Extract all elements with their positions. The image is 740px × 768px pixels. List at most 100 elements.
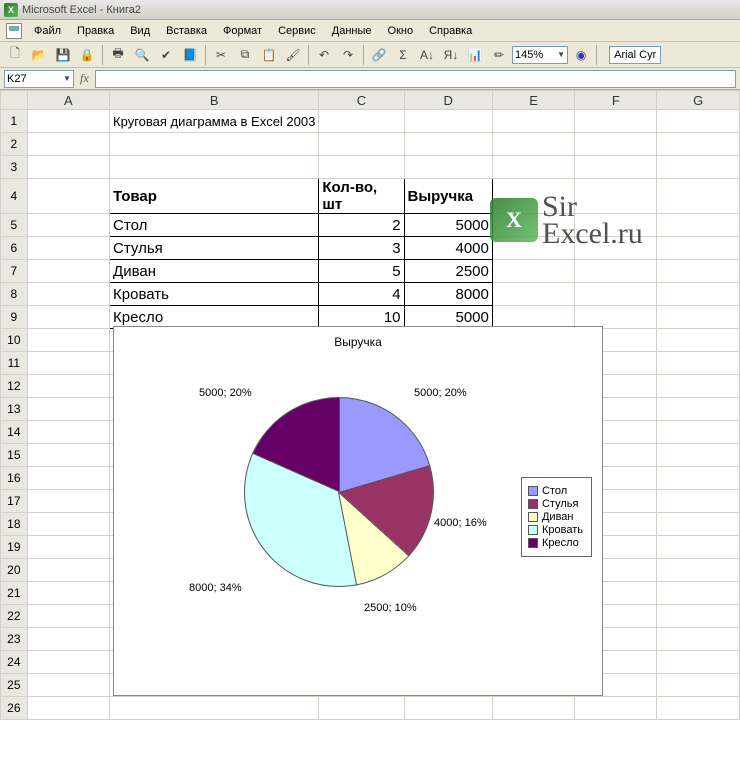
row-header-6[interactable]: 6 [1, 237, 28, 260]
cell-B3[interactable] [110, 156, 319, 179]
spell-icon[interactable]: ✔ [155, 44, 177, 66]
cell-D7[interactable]: 2500 [404, 260, 492, 283]
cell-A19[interactable] [27, 536, 109, 559]
cell-B1[interactable]: Круговая диаграмма в Excel 2003 [110, 110, 319, 133]
cell-D3[interactable] [404, 156, 492, 179]
cell-A12[interactable] [27, 375, 109, 398]
cell-B5[interactable]: Стол [110, 214, 319, 237]
sort-asc-icon[interactable]: A↓ [416, 44, 438, 66]
cell-G15[interactable] [657, 444, 740, 467]
menu-insert[interactable]: Вставка [158, 23, 215, 39]
cell-A11[interactable] [27, 352, 109, 375]
cell-B26[interactable] [110, 697, 319, 720]
research-icon[interactable]: 📘 [179, 44, 201, 66]
row-header-16[interactable]: 16 [1, 467, 28, 490]
row-header-2[interactable]: 2 [1, 133, 28, 156]
row-header-18[interactable]: 18 [1, 513, 28, 536]
cell-G6[interactable] [657, 237, 740, 260]
row-header-14[interactable]: 14 [1, 421, 28, 444]
cell-G8[interactable] [657, 283, 740, 306]
row-header-8[interactable]: 8 [1, 283, 28, 306]
cell-D8[interactable]: 8000 [404, 283, 492, 306]
cell-G11[interactable] [657, 352, 740, 375]
cell-G19[interactable] [657, 536, 740, 559]
cell-E4[interactable] [492, 179, 574, 214]
cell-A18[interactable] [27, 513, 109, 536]
cell-G26[interactable] [657, 697, 740, 720]
cell-F2[interactable] [575, 133, 657, 156]
permission-icon[interactable]: 🔒 [76, 44, 98, 66]
cell-D1[interactable] [404, 110, 492, 133]
col-header-D[interactable]: D [404, 91, 492, 110]
row-header-19[interactable]: 19 [1, 536, 28, 559]
pie-chart[interactable]: Выручка 5000; 20% 4000; 16% 2500; 10% 80… [113, 326, 603, 696]
cell-G22[interactable] [657, 605, 740, 628]
formula-bar[interactable] [95, 70, 736, 88]
cell-F6[interactable] [575, 237, 657, 260]
new-icon[interactable]: 🗋 [4, 44, 26, 66]
cell-A8[interactable] [27, 283, 109, 306]
cell-B7[interactable]: Диван [110, 260, 319, 283]
undo-icon[interactable]: ↶ [313, 44, 335, 66]
cell-F7[interactable] [575, 260, 657, 283]
row-header-3[interactable]: 3 [1, 156, 28, 179]
save-icon[interactable]: 💾 [52, 44, 74, 66]
cell-E1[interactable] [492, 110, 574, 133]
cell-C4[interactable]: Кол-во, шт [319, 179, 404, 214]
col-header-C[interactable]: C [319, 91, 404, 110]
cell-E26[interactable] [492, 697, 574, 720]
row-header-20[interactable]: 20 [1, 559, 28, 582]
cell-A25[interactable] [27, 674, 109, 697]
cell-E8[interactable] [492, 283, 574, 306]
chart-icon[interactable]: 📊 [464, 44, 486, 66]
cell-G12[interactable] [657, 375, 740, 398]
cell-C3[interactable] [319, 156, 404, 179]
cell-F26[interactable] [575, 697, 657, 720]
cell-C1[interactable] [319, 110, 404, 133]
row-header-9[interactable]: 9 [1, 306, 28, 329]
cut-icon[interactable]: ✂ [210, 44, 232, 66]
preview-icon[interactable]: 🔍 [131, 44, 153, 66]
help-icon[interactable]: ◉ [570, 44, 592, 66]
paste-icon[interactable]: 📋 [258, 44, 280, 66]
cell-G9[interactable] [657, 306, 740, 329]
sort-desc-icon[interactable]: Я↓ [440, 44, 462, 66]
open-icon[interactable]: 📂 [28, 44, 50, 66]
cell-G2[interactable] [657, 133, 740, 156]
cell-A22[interactable] [27, 605, 109, 628]
row-header-15[interactable]: 15 [1, 444, 28, 467]
cell-G17[interactable] [657, 490, 740, 513]
cell-B4[interactable]: Товар [110, 179, 319, 214]
cell-F3[interactable] [575, 156, 657, 179]
cell-A6[interactable] [27, 237, 109, 260]
cell-G18[interactable] [657, 513, 740, 536]
cell-A26[interactable] [27, 697, 109, 720]
col-header-G[interactable]: G [657, 91, 740, 110]
cell-C2[interactable] [319, 133, 404, 156]
row-header-5[interactable]: 5 [1, 214, 28, 237]
cell-A16[interactable] [27, 467, 109, 490]
col-header-A[interactable]: A [27, 91, 109, 110]
fx-icon[interactable]: fx [80, 71, 89, 86]
cell-G1[interactable] [657, 110, 740, 133]
redo-icon[interactable]: ↷ [337, 44, 359, 66]
col-header-F[interactable]: F [575, 91, 657, 110]
cell-A3[interactable] [27, 156, 109, 179]
row-header-22[interactable]: 22 [1, 605, 28, 628]
copy-icon[interactable]: ⧉ [234, 44, 256, 66]
format-painter-icon[interactable]: 🖌 [282, 44, 304, 66]
cell-A9[interactable] [27, 306, 109, 329]
menu-help[interactable]: Справка [421, 23, 480, 39]
cell-A7[interactable] [27, 260, 109, 283]
cell-E3[interactable] [492, 156, 574, 179]
row-header-17[interactable]: 17 [1, 490, 28, 513]
cell-C5[interactable]: 2 [319, 214, 404, 237]
cell-E7[interactable] [492, 260, 574, 283]
row-header-13[interactable]: 13 [1, 398, 28, 421]
cell-A2[interactable] [27, 133, 109, 156]
cell-G23[interactable] [657, 628, 740, 651]
name-box[interactable]: K27▼ [4, 70, 74, 88]
cell-A17[interactable] [27, 490, 109, 513]
row-header-4[interactable]: 4 [1, 179, 28, 214]
cell-D26[interactable] [404, 697, 492, 720]
